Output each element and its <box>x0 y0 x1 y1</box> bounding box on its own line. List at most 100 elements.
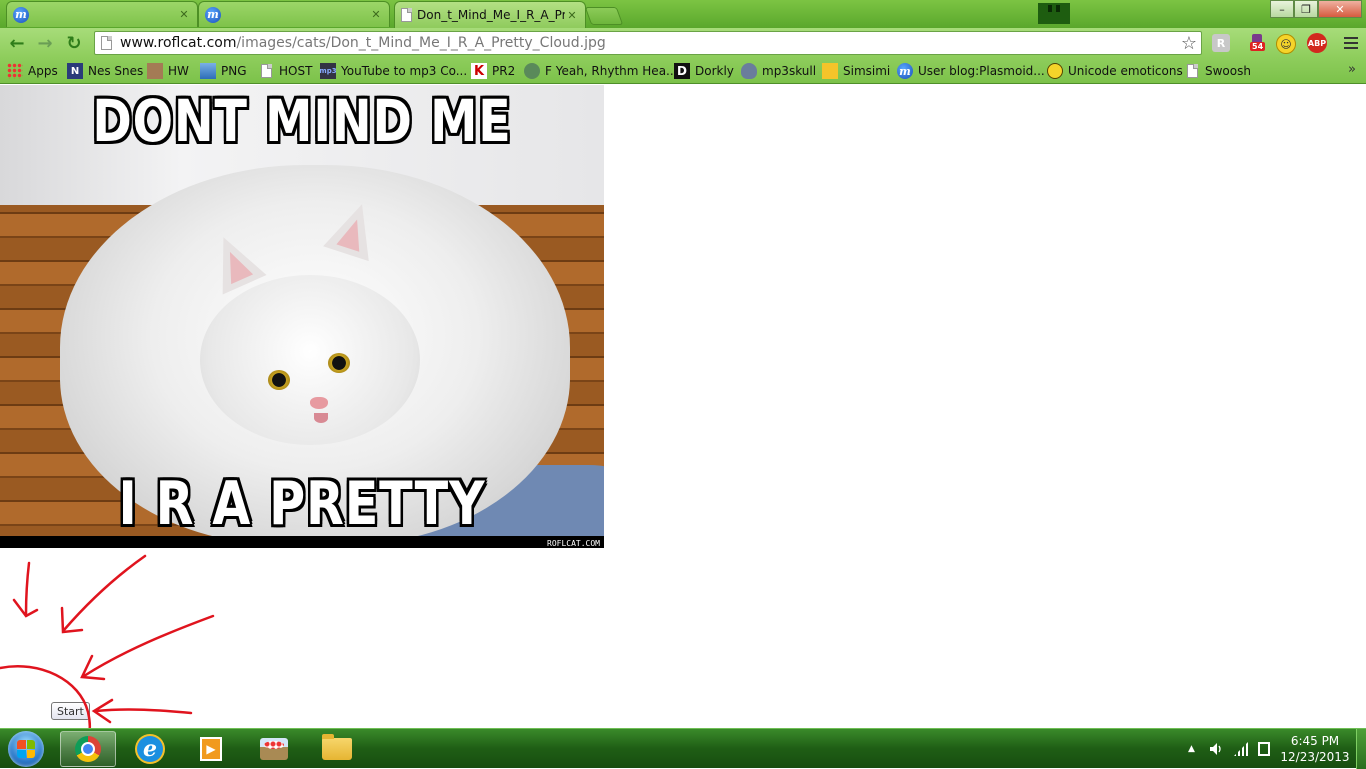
browser-toolbar: ← → ↻ www.roflcat.com/images/cats/Don_t_… <box>0 28 1366 58</box>
page-icon <box>101 36 112 50</box>
bookmark-label: YouTube to mp3 Co... <box>341 64 468 78</box>
bookmark-label: Apps <box>28 64 58 78</box>
taskbar-paint[interactable] <box>246 731 302 767</box>
address-bar[interactable]: www.roflcat.com/images/cats/Don_t_Mind_M… <box>94 31 1202 55</box>
tab-close-icon[interactable]: ✕ <box>369 8 383 21</box>
cat-mouth <box>314 413 328 423</box>
alien-icon <box>741 63 757 79</box>
close-window-button[interactable]: ✕ <box>1318 0 1362 18</box>
extension-r-icon[interactable]: R <box>1212 34 1230 52</box>
fyeah-avatar-icon <box>524 63 540 79</box>
back-button[interactable]: ← <box>6 32 28 54</box>
hw-icon <box>147 63 163 79</box>
bookmark-star-icon[interactable]: ☆ <box>1181 33 1197 54</box>
network-signal-icon[interactable] <box>1234 742 1248 756</box>
document-icon <box>258 63 274 79</box>
show-hidden-icons-button[interactable]: ▲ <box>1188 744 1195 754</box>
k-logo-icon: K <box>471 63 487 79</box>
bookmark-dorkly[interactable]: D Dorkly <box>674 62 734 80</box>
bookmark-label: mp3skull <box>762 64 817 78</box>
bookmark-pr2[interactable]: K PR2 <box>471 62 515 80</box>
reload-button[interactable]: ↻ <box>63 32 85 54</box>
m-icon: m <box>205 6 221 23</box>
paint-icon <box>260 738 288 760</box>
bookmark-simsimi[interactable]: Simsimi <box>822 62 890 80</box>
roflcat-watermark: ROFLCAT.COM <box>547 539 600 548</box>
m-icon: m <box>13 6 29 23</box>
png-icon <box>200 63 216 79</box>
bookmark-label: PR2 <box>492 64 516 78</box>
folder-icon <box>322 734 352 760</box>
clock-date: 12/23/2013 <box>1280 750 1350 764</box>
url-host: www.roflcat.com <box>120 35 237 51</box>
tab-2[interactable]: m ✕ <box>198 1 390 27</box>
bookmark-mp3skull[interactable]: mp3skull <box>741 62 816 80</box>
page-content: DONT MIND ME I R A PRETTY CLOUD ROFLCAT.… <box>0 85 1366 728</box>
bookmark-youtube-mp3[interactable]: mp3 YouTube to mp3 Co... <box>319 62 468 80</box>
show-desktop-button[interactable] <box>1356 729 1366 769</box>
adblock-plus-icon[interactable]: ABP <box>1307 33 1327 53</box>
tab-1[interactable]: m ✕ <box>6 1 198 27</box>
action-center-icon[interactable] <box>1258 742 1270 756</box>
m-icon: m <box>897 63 913 79</box>
start-button[interactable] <box>8 731 44 767</box>
tab-title: Don_t_Mind_Me_I_R_A_Pr <box>417 8 565 22</box>
bookmark-label: User blog:Plasmoid... <box>918 64 1045 78</box>
clock-time: 6:45 PM <box>1290 734 1340 748</box>
bookmark-label: Dorkly <box>695 64 734 78</box>
bookmark-user-blog[interactable]: m User blog:Plasmoid... <box>897 62 1045 80</box>
forward-button[interactable]: → <box>34 32 56 54</box>
minimize-button[interactable]: – <box>1270 0 1294 18</box>
bookmarks-bar: Apps N Nes Snes HW PNG HOST mp3 YouTube … <box>0 58 1366 84</box>
chrome-menu-icon[interactable] <box>1344 37 1358 49</box>
bookmark-png[interactable]: PNG <box>200 62 247 80</box>
restore-button[interactable]: ❐ <box>1294 0 1318 18</box>
tab-close-icon[interactable]: ✕ <box>565 9 579 22</box>
taskbar-internet-explorer[interactable]: e <box>122 731 178 767</box>
meme-footer-strip <box>0 536 604 548</box>
meme-top-caption: DONT MIND ME <box>92 87 512 155</box>
bookmark-nes-snes[interactable]: N Nes Snes <box>67 62 143 80</box>
extension-notification-icon[interactable]: 54 <box>1248 34 1266 52</box>
bookmark-label: PNG <box>221 64 247 78</box>
bookmark-label: Unicode emoticons <box>1068 64 1183 78</box>
creeper-avatar-icon[interactable] <box>1038 3 1070 24</box>
bookmark-hw[interactable]: HW <box>147 62 189 80</box>
meme-image: DONT MIND ME I R A PRETTY CLOUD ROFLCAT.… <box>0 85 604 548</box>
n-logo-icon: N <box>67 63 83 79</box>
smiley-icon <box>1047 63 1063 79</box>
bookmark-label: Simsimi <box>843 64 891 78</box>
cat-eye-right <box>328 353 350 373</box>
tab-close-icon[interactable]: ✕ <box>177 8 191 21</box>
bookmark-swoosh[interactable]: Swoosh <box>1184 62 1251 80</box>
url-path: /images/cats/Don_t_Mind_Me_I_R_A_Pretty_… <box>236 35 606 51</box>
apps-grid-icon <box>7 63 23 79</box>
taskbar-chrome[interactable] <box>60 731 116 767</box>
bookmarks-overflow-icon[interactable]: » <box>1348 62 1356 77</box>
bookmark-label: F Yeah, Rhythm Hea... <box>545 64 678 78</box>
taskbar-media-player[interactable]: ▶ <box>183 731 239 767</box>
windows-taskbar: e ▶ ▲ 6:45 PM 12/23/2013 <box>0 728 1366 769</box>
system-clock[interactable]: 6:45 PM 12/23/2013 <box>1280 733 1350 765</box>
smiley-extension-icon[interactable]: ☺ <box>1276 34 1296 54</box>
bookmark-label: Swoosh <box>1205 64 1251 78</box>
tab-strip: m ✕ m ✕ Don_t_Mind_Me_I_R_A_Pr ✕ – ❐ ✕ <box>0 0 1366 28</box>
bookmark-unicode-emoticons[interactable]: Unicode emoticons <box>1047 62 1183 80</box>
cat-nose <box>310 397 328 409</box>
bookmark-apps[interactable]: Apps <box>7 62 58 80</box>
document-icon <box>401 8 412 22</box>
bookmark-label: HOST <box>279 64 313 78</box>
volume-icon[interactable] <box>1209 742 1223 756</box>
bookmark-host[interactable]: HOST <box>258 62 312 80</box>
tab-active[interactable]: Don_t_Mind_Me_I_R_A_Pr ✕ <box>394 1 586 28</box>
start-tooltip: Start <box>51 702 90 720</box>
bookmark-f-yeah-rhythm[interactable]: F Yeah, Rhythm Hea... <box>524 62 678 80</box>
taskbar-explorer[interactable] <box>309 731 365 767</box>
youtube-mp3-icon: mp3 <box>319 63 337 79</box>
media-player-icon: ▶ <box>200 737 222 761</box>
dorkly-icon: D <box>674 63 690 79</box>
new-tab-button[interactable] <box>584 7 624 25</box>
document-icon <box>1184 63 1200 79</box>
bookmark-label: HW <box>168 64 189 78</box>
cat-eye-left <box>268 370 290 390</box>
